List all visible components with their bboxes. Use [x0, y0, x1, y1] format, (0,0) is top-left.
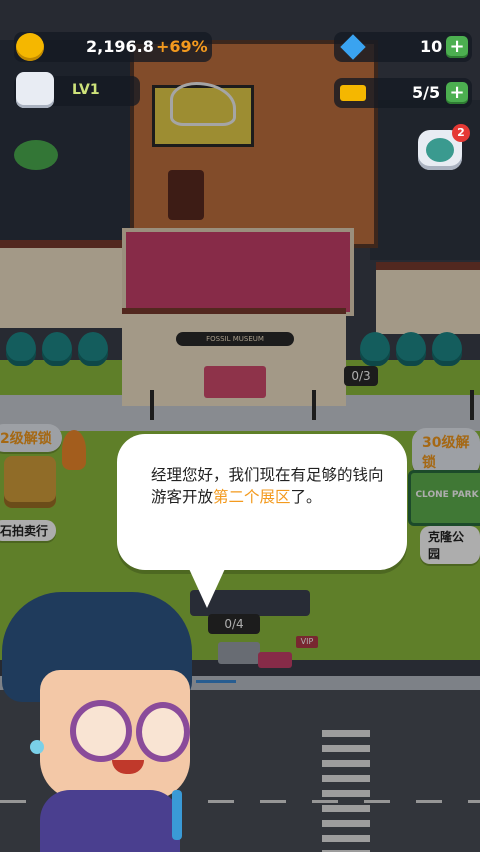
coins-bonus: +69% — [156, 37, 208, 56]
coin-icon — [16, 33, 44, 61]
dialog-text: 经理您好，我们现在有足够的钱向游客开放第二个展区了。 — [151, 464, 391, 508]
gems-counter[interactable]: 10 + — [334, 32, 472, 62]
manager-character — [0, 590, 200, 852]
gems-value: 10 — [420, 37, 443, 56]
ticket-icon — [340, 85, 366, 101]
menu-badge: 2 — [452, 124, 470, 142]
menu-button[interactable]: 2 — [418, 124, 470, 170]
level-badge[interactable]: LV1 — [14, 72, 140, 108]
dialog-text-highlight: 第二个展区 — [213, 488, 291, 506]
tickets-counter[interactable]: 5/5 + — [334, 78, 472, 108]
add-tickets-button[interactable]: + — [446, 82, 468, 104]
game-scene[interactable]: FOSSIL MUSEUM 0/3 2级解锁 石拍卖行 30级解锁 CLONE … — [0, 0, 480, 852]
menu-icon — [426, 138, 454, 162]
dialog-text-part2: 了。 — [290, 488, 322, 506]
tickets-value: 5/5 — [412, 83, 441, 102]
glasses-left-icon — [70, 700, 132, 762]
add-gems-button[interactable]: + — [446, 36, 468, 58]
dialog-bubble[interactable]: 经理您好，我们现在有足够的钱向游客开放第二个展区了。 — [117, 434, 407, 570]
coins-counter[interactable]: 2,196.8 +69% — [14, 32, 212, 62]
bank-icon — [16, 72, 54, 108]
glasses-right-icon — [136, 702, 190, 762]
pen-icon — [172, 790, 182, 840]
level-label: LV1 — [72, 82, 100, 98]
character-body — [40, 790, 180, 852]
earring-icon — [30, 740, 44, 754]
coins-value: 2,196.8 — [86, 37, 154, 56]
diamond-icon — [340, 34, 366, 60]
